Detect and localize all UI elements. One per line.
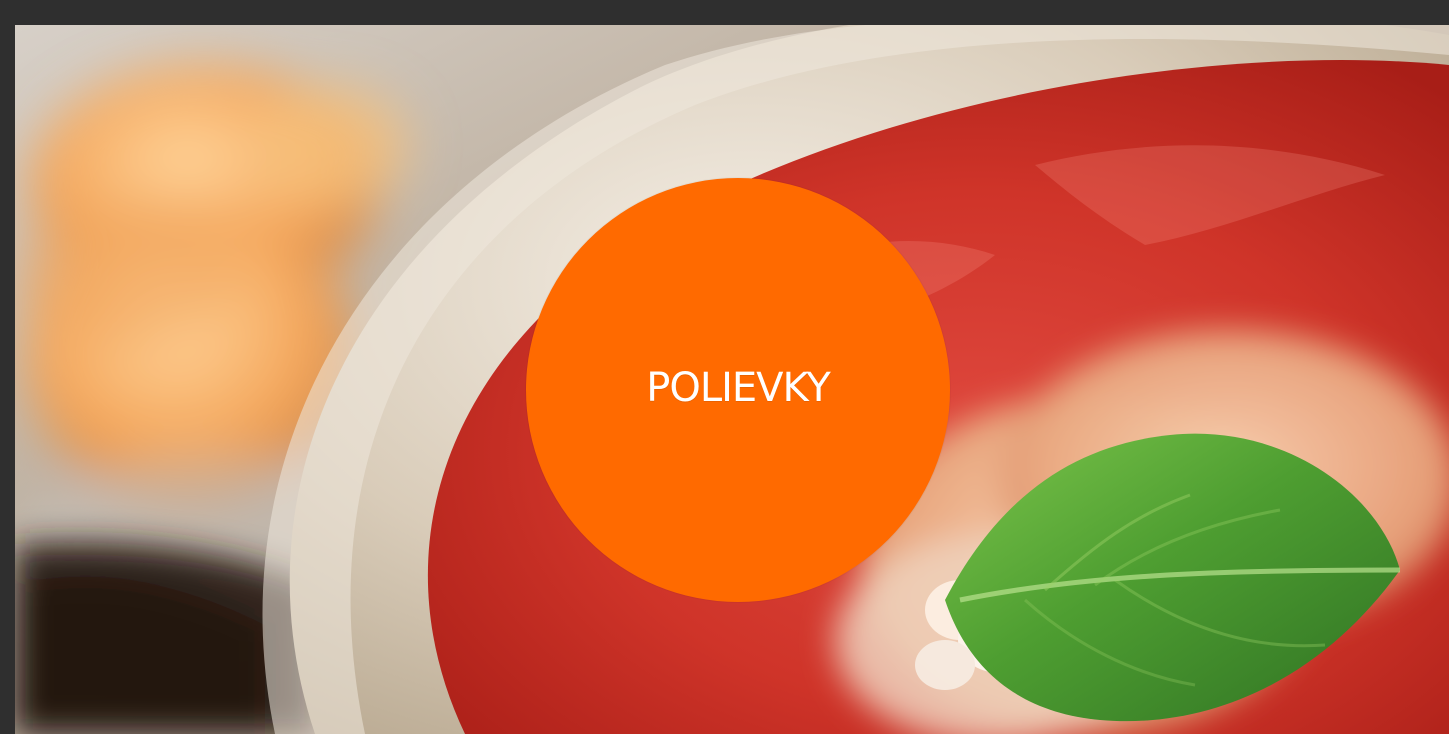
category-badge[interactable]: POLIEVKY <box>526 178 950 602</box>
category-label: POLIEVKY <box>646 365 831 411</box>
hero-banner: POLIEVKY <box>15 25 1449 734</box>
